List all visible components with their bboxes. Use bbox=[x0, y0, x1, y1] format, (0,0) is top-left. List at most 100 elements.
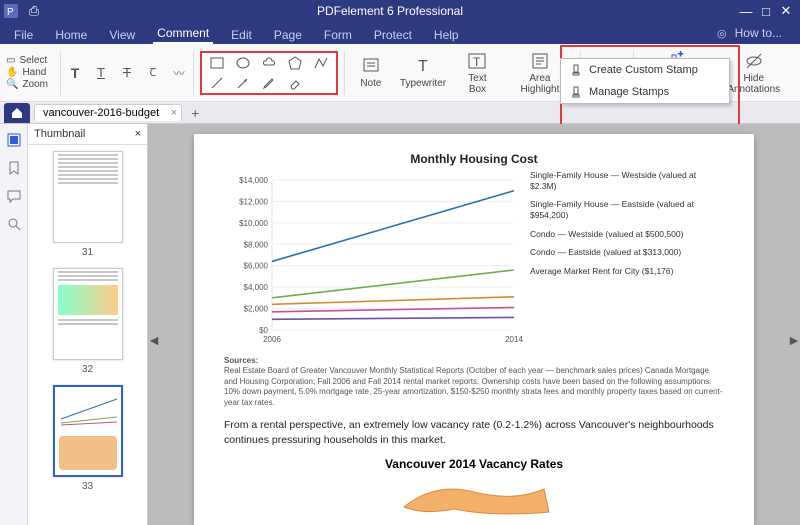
subtitle: Vancouver 2014 Vacancy Rates bbox=[224, 457, 724, 471]
tabstrip: vancouver-2016-budget × + bbox=[0, 102, 800, 124]
pencil-icon[interactable] bbox=[262, 76, 276, 90]
menubar: File Home View Comment Edit Page Form Pr… bbox=[0, 22, 800, 44]
create-stamp-dropdown: Create Custom Stamp Manage Stamps bbox=[560, 58, 730, 104]
svg-text:2014: 2014 bbox=[505, 335, 523, 344]
close-tab-icon[interactable]: × bbox=[171, 107, 177, 119]
highlight-icon[interactable]: T bbox=[67, 65, 83, 81]
strike-icon[interactable]: T bbox=[119, 65, 135, 81]
menu-help[interactable]: Help bbox=[430, 26, 463, 44]
svg-text:$14,000: $14,000 bbox=[239, 176, 268, 185]
eraser-icon[interactable] bbox=[288, 76, 302, 90]
menu-protect[interactable]: Protect bbox=[370, 26, 416, 44]
menu-edit[interactable]: Edit bbox=[227, 26, 256, 44]
svg-text:T: T bbox=[473, 55, 481, 69]
svg-text:2006: 2006 bbox=[263, 335, 281, 344]
thumbnail-panel: Thumbnail × 31 32 33 bbox=[28, 124, 148, 525]
legend-1: Single-Family House — Eastside (valued a… bbox=[530, 199, 724, 220]
document-tab[interactable]: vancouver-2016-budget × bbox=[34, 104, 182, 121]
thumbnail-33-number: 33 bbox=[82, 481, 93, 492]
page: Monthly Housing Cost $0 $2,000 $4,000 $6,00… bbox=[194, 134, 754, 525]
zoom-tool-label: Zoom bbox=[22, 79, 48, 90]
how-to-link[interactable]: ◎ How to... bbox=[713, 22, 790, 44]
chart: $0 $2,000 $4,000 $6,000 $8,000 $10,000 $12,000… bbox=[224, 170, 524, 350]
svg-text:T: T bbox=[418, 58, 428, 75]
legend-0: Single-Family House — Westside (valued a… bbox=[530, 170, 724, 191]
chart-legend: Single-Family House — Westside (valued a… bbox=[530, 170, 724, 350]
menu-file[interactable]: File bbox=[10, 26, 37, 44]
thumbnail-31-number: 31 bbox=[82, 247, 93, 258]
rectangle-shape-icon[interactable] bbox=[210, 56, 224, 70]
maximize-button[interactable]: □ bbox=[756, 4, 776, 19]
home-tab-icon[interactable] bbox=[4, 103, 30, 123]
how-to-label: How to... bbox=[731, 24, 786, 42]
create-custom-stamp-item[interactable]: Create Custom Stamp bbox=[561, 59, 729, 81]
legend-2: Condo — Westside (valued at $500,500) bbox=[530, 229, 724, 240]
thumbnail-33[interactable] bbox=[53, 385, 123, 477]
app-logo-icon: P bbox=[4, 4, 18, 18]
chart-title: Monthly Housing Cost bbox=[224, 152, 724, 166]
line-connected-icon[interactable] bbox=[314, 56, 328, 70]
squiggly-icon[interactable]: 〰 bbox=[171, 65, 187, 81]
document-area: ◄ ► Monthly Housing Cost $0$2,000$4,000$… bbox=[148, 124, 800, 525]
svg-text:$12,000: $12,000 bbox=[239, 197, 268, 206]
vacancy-map bbox=[224, 477, 724, 517]
menu-comment[interactable]: Comment bbox=[153, 24, 213, 44]
caret-icon[interactable]: Ꞇ bbox=[145, 65, 161, 81]
bookmark-panel-icon[interactable] bbox=[6, 160, 22, 176]
typewriter-button[interactable]: T Typewriter bbox=[397, 54, 449, 91]
menu-view[interactable]: View bbox=[105, 26, 139, 44]
arrow-shape-icon[interactable] bbox=[236, 76, 250, 90]
note-label: Note bbox=[360, 78, 381, 89]
comment-panel-icon[interactable] bbox=[6, 188, 22, 204]
add-tab-button[interactable]: + bbox=[186, 105, 204, 121]
line-shape-icon[interactable] bbox=[210, 76, 224, 90]
zoom-tool[interactable]: 🔍 Zoom bbox=[6, 79, 48, 90]
thumbnail-panel-icon[interactable] bbox=[6, 132, 22, 148]
thumbnail-31[interactable] bbox=[53, 151, 123, 243]
menu-form[interactable]: Form bbox=[320, 26, 356, 44]
create-custom-stamp-label: Create Custom Stamp bbox=[589, 64, 698, 76]
next-page-arrow[interactable]: ► bbox=[788, 325, 800, 355]
note-button[interactable]: Note bbox=[351, 54, 391, 91]
oval-shape-icon[interactable] bbox=[236, 56, 250, 70]
app-title: PDFelement 6 Professional bbox=[44, 4, 736, 18]
sources-body: Real Estate Board of Greater Vancouver M… bbox=[224, 366, 724, 408]
svg-text:$4,000: $4,000 bbox=[244, 283, 269, 292]
textbox-button[interactable]: T Text Box bbox=[455, 49, 500, 97]
print-icon[interactable]: ⎙ bbox=[24, 3, 44, 19]
close-thumbnail-panel-icon[interactable]: × bbox=[135, 128, 141, 140]
manage-stamps-item[interactable]: Manage Stamps bbox=[561, 81, 729, 103]
svg-text:P: P bbox=[7, 7, 14, 18]
svg-text:$0: $0 bbox=[259, 326, 268, 335]
svg-text:$10,000: $10,000 bbox=[239, 219, 268, 228]
cloud-shape-icon[interactable] bbox=[262, 56, 276, 70]
manage-stamps-label: Manage Stamps bbox=[589, 86, 669, 98]
menu-home[interactable]: Home bbox=[51, 26, 91, 44]
thumbnail-32[interactable] bbox=[53, 268, 123, 360]
svg-text:$6,000: $6,000 bbox=[244, 262, 269, 271]
menu-page[interactable]: Page bbox=[270, 26, 306, 44]
shapes-group bbox=[200, 51, 338, 95]
thumbnail-panel-title: Thumbnail bbox=[34, 128, 85, 140]
hand-tool-label: Hand bbox=[22, 67, 46, 78]
hand-tool[interactable]: ✋ Hand bbox=[6, 67, 46, 78]
search-panel-icon[interactable] bbox=[6, 216, 22, 232]
body-text: From a rental perspective, an extremely … bbox=[224, 418, 724, 447]
polygon-shape-icon[interactable] bbox=[288, 56, 302, 70]
svg-text:+: + bbox=[678, 49, 683, 59]
thumbnail-32-number: 32 bbox=[82, 364, 93, 375]
close-button[interactable]: ✕ bbox=[776, 3, 796, 19]
minimize-button[interactable]: — bbox=[736, 4, 756, 19]
sources-heading: Sources: bbox=[224, 356, 724, 366]
prev-page-arrow[interactable]: ◄ bbox=[148, 325, 160, 355]
select-tool-label: Select bbox=[19, 55, 47, 66]
svg-text:$2,000: $2,000 bbox=[244, 305, 269, 314]
textbox-label: Text Box bbox=[459, 73, 496, 95]
left-sidebar bbox=[0, 124, 28, 525]
select-tool[interactable]: ▭ Select bbox=[6, 55, 47, 66]
document-tab-label: vancouver-2016-budget bbox=[43, 107, 159, 119]
underline-icon[interactable]: T bbox=[93, 65, 109, 81]
svg-text:$8,000: $8,000 bbox=[244, 240, 269, 249]
typewriter-label: Typewriter bbox=[400, 78, 446, 89]
legend-4: Average Market Rent for City ($1,176) bbox=[530, 266, 724, 277]
